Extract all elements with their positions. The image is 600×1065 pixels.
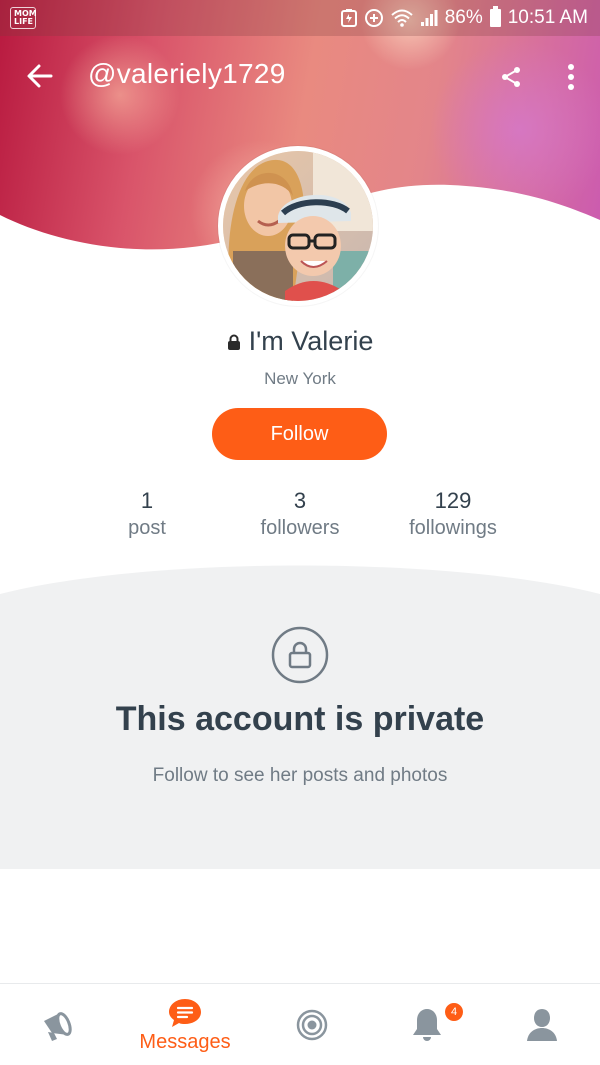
posts-count: 1: [140, 488, 154, 513]
stat-followings[interactable]: 129 followings: [373, 487, 533, 541]
avatar-photo: [223, 151, 373, 301]
person-icon: [527, 1009, 557, 1041]
nav-messages[interactable]: Messages: [124, 984, 246, 1065]
battery-percent: 86%: [444, 7, 483, 28]
clock: 10:51 AM: [507, 7, 588, 28]
share-icon: [502, 67, 520, 87]
battery-icon: [489, 6, 501, 27]
profile-avatar[interactable]: [218, 146, 378, 306]
megaphone-icon: [44, 1012, 72, 1041]
top-toolbar: @valeriely1729: [0, 44, 600, 108]
wifi-icon: [391, 9, 413, 27]
back-button[interactable]: [22, 58, 58, 94]
stat-posts[interactable]: 1 post: [67, 487, 227, 541]
private-subtitle: Follow to see her posts and photos: [152, 765, 448, 786]
followers-label: followers: [260, 517, 340, 539]
nav-announcements[interactable]: [28, 984, 88, 1065]
lock-icon: [227, 334, 240, 350]
private-title: This account is private: [115, 700, 485, 738]
arrow-left-icon: [27, 64, 53, 88]
followers-count: 3: [293, 488, 307, 513]
more-options-button[interactable]: [554, 60, 588, 94]
profile-location: New York: [264, 369, 336, 388]
nav-profile[interactable]: [512, 984, 572, 1065]
bell-icon: [413, 1009, 441, 1041]
chat-bubble-icon: [169, 998, 201, 1027]
messages-label: Messages: [139, 1030, 231, 1053]
bottom-navigation: Messages: [0, 983, 600, 1065]
target-icon: [296, 1009, 328, 1041]
private-lock-icon: [271, 626, 329, 684]
profile-name: I'm Valerie: [248, 326, 374, 356]
status-bar: MOM LIFE 86% 10:51 AM: [0, 0, 600, 36]
more-vertical-icon: [568, 64, 574, 90]
mom-life-app-icon: MOM LIFE: [10, 7, 37, 29]
posts-label: post: [128, 517, 166, 539]
followings-label: followings: [409, 517, 497, 539]
share-button[interactable]: [494, 60, 528, 94]
notification-badge: 4: [443, 1001, 465, 1023]
followings-count: 129: [434, 488, 472, 513]
follow-button[interactable]: Follow: [212, 408, 387, 460]
nav-discover[interactable]: [282, 984, 342, 1065]
signal-icon: [420, 9, 438, 27]
data-saver-icon: [364, 8, 384, 28]
battery-saver-icon: [340, 9, 357, 27]
nav-notifications[interactable]: [397, 984, 457, 1065]
profile-handle: @valeriely1729: [88, 58, 286, 89]
stat-followers[interactable]: 3 followers: [220, 487, 380, 541]
profile-name-row: I'm Valerie: [0, 326, 600, 357]
profile-stats: 1 post 3 followers 129 followings: [0, 487, 600, 547]
